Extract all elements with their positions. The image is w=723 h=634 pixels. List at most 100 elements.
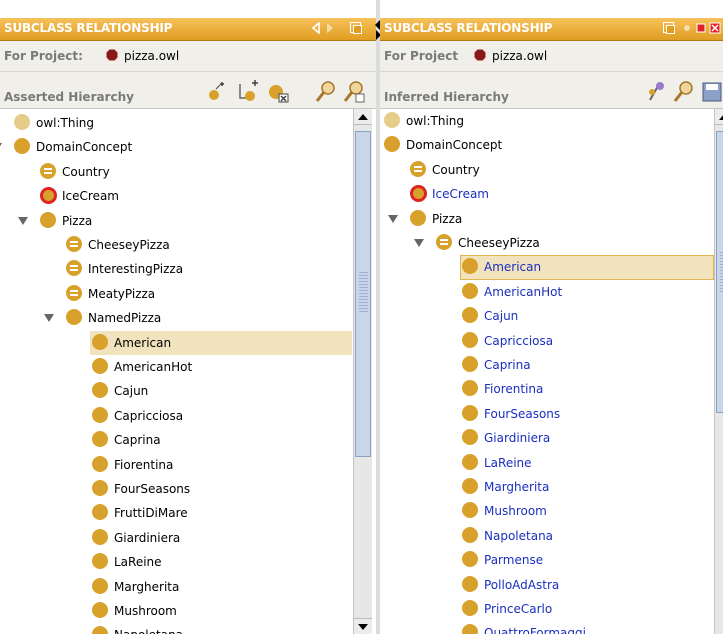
tree-row[interactable]: Caprina xyxy=(380,353,714,377)
class-icon xyxy=(92,382,108,399)
tree-row[interactable]: Capricciosa xyxy=(0,404,352,428)
tree-row[interactable]: LaReine xyxy=(380,451,714,475)
classify-icon[interactable] xyxy=(644,80,668,104)
tree-row[interactable]: Parmense xyxy=(380,548,714,572)
class-icon xyxy=(92,358,108,374)
tree-row[interactable]: owl:Thing xyxy=(380,109,714,133)
tree-row[interactable]: CheeseyPizza xyxy=(380,231,714,255)
class-icon xyxy=(92,333,108,350)
tree-item-label: Pizza xyxy=(432,211,463,226)
tree-row[interactable]: FourSeasons xyxy=(0,477,352,501)
class-icon xyxy=(92,504,108,521)
tree-row[interactable]: Mushroom xyxy=(380,499,714,523)
tree-row[interactable]: Country xyxy=(380,158,714,182)
expand-toggle-icon[interactable] xyxy=(44,314,54,323)
expand-toggle-icon[interactable] xyxy=(18,216,28,225)
class-icon xyxy=(92,480,108,496)
unsatisfiable-class-icon xyxy=(40,187,57,205)
scroll-thumb[interactable] xyxy=(716,131,723,413)
tree-row[interactable]: Margherita xyxy=(380,475,714,499)
tree-row[interactable]: IceCream xyxy=(0,184,352,208)
expand-toggle-icon[interactable] xyxy=(388,214,398,223)
tree-row[interactable]: Pizza xyxy=(380,207,714,231)
asserted-tree-scrollbar[interactable] xyxy=(353,109,372,634)
tree-row[interactable]: CheeseyPizza xyxy=(0,233,352,257)
tree-row[interactable]: American xyxy=(0,330,352,355)
tree-item-label: Capricciosa xyxy=(114,408,184,423)
save-icon[interactable] xyxy=(700,80,723,104)
tree-row[interactable]: Caprina xyxy=(0,428,352,452)
search-next-icon[interactable] xyxy=(342,80,366,104)
tree-row[interactable]: AmericanHot xyxy=(0,355,352,379)
tree-row[interactable]: InterestingPizza xyxy=(0,257,352,281)
scroll-up-button[interactable] xyxy=(715,109,723,125)
minimize-icon[interactable] xyxy=(695,22,707,34)
unsatisfiable-class-icon xyxy=(410,185,427,203)
tree-row[interactable]: Napoletana xyxy=(0,623,352,634)
class-icon xyxy=(92,577,108,594)
tree-item-label: Margherita xyxy=(484,480,550,494)
tree-row[interactable]: owl:Thing xyxy=(0,111,352,135)
restore-window-icon[interactable] xyxy=(350,22,362,34)
tree-row[interactable]: PolloAdAstra xyxy=(380,573,714,597)
tree-row[interactable]: FruttiDiMare xyxy=(0,501,352,525)
tree-item-label: CheeseyPizza xyxy=(88,238,170,252)
scroll-down-button[interactable] xyxy=(354,618,372,634)
tree-row[interactable]: MeatyPizza xyxy=(0,282,352,306)
expand-toggle-icon[interactable] xyxy=(414,239,424,247)
tree-row[interactable]: NamedPizza xyxy=(0,306,352,330)
tree-item-label: Fiorentina xyxy=(114,457,174,472)
previous-arrow-icon[interactable] xyxy=(310,22,322,34)
expand-toggle-icon[interactable] xyxy=(0,143,2,152)
tree-item-label: Parmense xyxy=(484,553,544,568)
project-name: pizza.owl xyxy=(492,49,548,63)
class-icon xyxy=(14,138,30,155)
next-arrow-icon[interactable] xyxy=(324,22,336,34)
tree-row[interactable]: Giardiniera xyxy=(0,526,352,550)
search-icon[interactable] xyxy=(672,80,696,104)
search-icon[interactable] xyxy=(314,80,338,104)
tree-row[interactable]: DomainConcept xyxy=(0,135,352,159)
tree-item-label: Cajun xyxy=(484,309,519,324)
tree-row[interactable]: QuattroFormaggi xyxy=(380,621,714,634)
tree-row[interactable]: Margherita xyxy=(0,575,352,599)
tree-row[interactable]: LaReine xyxy=(0,550,352,574)
tree-row[interactable]: FourSeasons xyxy=(380,402,714,426)
tree-row[interactable]: Giardiniera xyxy=(380,426,714,450)
delete-class-icon[interactable] xyxy=(266,80,290,104)
tree-item-label: AmericanHot xyxy=(114,360,193,374)
tree-item-label: Country xyxy=(62,164,110,179)
tree-item-label: Country xyxy=(432,162,480,177)
tree-row[interactable]: Cajun xyxy=(0,379,352,403)
tree-row[interactable]: Mushroom xyxy=(0,599,352,623)
class-icon xyxy=(92,455,108,472)
tree-row[interactable]: Fiorentina xyxy=(0,453,352,477)
tree-row[interactable]: Capricciosa xyxy=(380,329,714,353)
scroll-up-button[interactable] xyxy=(354,109,372,125)
tree-row[interactable]: PrinceCarlo xyxy=(380,597,714,621)
tree-row[interactable]: IceCream xyxy=(380,182,714,206)
create-sibling-icon[interactable] xyxy=(236,80,260,104)
defined-class-icon xyxy=(436,234,452,250)
tree-row[interactable]: American xyxy=(380,255,714,280)
eye-icon[interactable] xyxy=(681,22,693,34)
create-subclass-icon[interactable] xyxy=(206,80,230,104)
tree-item-label: FourSeasons xyxy=(484,406,561,421)
inferred-tree-scrollbar[interactable] xyxy=(714,109,723,634)
tree-item-label: Caprina xyxy=(484,358,531,372)
restore-window-icon[interactable] xyxy=(663,22,675,34)
class-icon xyxy=(462,331,478,348)
scroll-thumb[interactable] xyxy=(355,131,371,457)
inferred-hierarchy-panel: SUBCLASS RELATIONSHIP For Project pizza.… xyxy=(380,0,723,634)
tree-row[interactable]: AmericanHot xyxy=(380,280,714,304)
tree-row[interactable]: Cajun xyxy=(380,304,714,328)
inferred-class-tree: owl:Thing DomainConcept Country IceCream Piz… xyxy=(380,109,716,634)
tree-row[interactable]: DomainConcept xyxy=(380,133,714,157)
tree-row[interactable]: Napoletana xyxy=(380,524,714,548)
tree-row[interactable]: Pizza xyxy=(0,209,352,233)
class-icon xyxy=(462,380,478,397)
tree-item-label: Cajun xyxy=(114,384,149,399)
close-icon[interactable] xyxy=(709,22,721,34)
tree-row[interactable]: Fiorentina xyxy=(380,377,714,401)
tree-row[interactable]: Country xyxy=(0,160,352,184)
